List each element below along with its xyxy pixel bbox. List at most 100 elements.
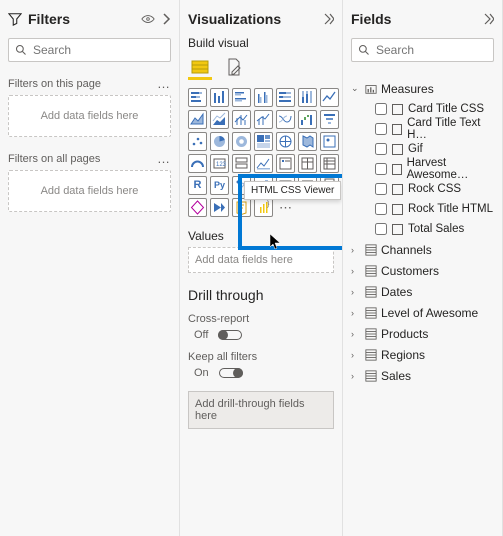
chevron-right-icon: ›	[351, 308, 361, 318]
field-item[interactable]: Rock CSS	[351, 179, 494, 199]
tooltip: HTML CSS Viewer	[244, 181, 341, 200]
values-drop[interactable]: Add data fields here	[188, 247, 334, 273]
filters-page-drop[interactable]: Add data fields here	[8, 95, 171, 137]
100-stacked-bar-icon[interactable]	[276, 88, 295, 107]
more-icon[interactable]: …	[157, 76, 171, 91]
card-icon[interactable]: 123	[210, 154, 229, 173]
table-measures[interactable]: ⌄Measures	[351, 78, 494, 99]
field-checkbox[interactable]	[375, 203, 387, 215]
line-chart-icon[interactable]	[320, 88, 339, 107]
field-label: Card Title CSS	[408, 103, 484, 115]
field-item[interactable]: Card Title Text H…	[351, 119, 494, 139]
filters-all-section: Filters on all pages…	[8, 151, 171, 166]
fields-tree: ⌄Measures Card Title CSS Card Title Text H…	[351, 78, 494, 386]
field-label: Rock Title HTML	[408, 203, 493, 215]
area-chart-icon[interactable]	[188, 110, 207, 129]
scatter-icon[interactable]	[188, 132, 207, 151]
cross-report-toggle[interactable]	[218, 330, 242, 340]
stacked-area-icon[interactable]	[210, 110, 229, 129]
eye-icon[interactable]	[141, 12, 155, 26]
field-checkbox[interactable]	[375, 163, 387, 175]
field-checkbox[interactable]	[375, 143, 387, 155]
chevron-right-icon: ›	[351, 371, 361, 381]
ribbon-chart-icon[interactable]	[276, 110, 295, 129]
donut-chart-icon[interactable]	[232, 132, 251, 151]
field-item[interactable]: Total Sales	[351, 219, 494, 239]
table-dates[interactable]: ›Dates	[351, 281, 494, 302]
off-label: Off	[194, 329, 208, 341]
waterfall-icon[interactable]	[298, 110, 317, 129]
table-level-of-awesome[interactable]: ›Level of Awesome	[351, 302, 494, 323]
viz-gallery: 123 R Py } ⋯ HTML CSS Viewer	[188, 88, 334, 217]
clustered-bar-icon[interactable]	[232, 88, 251, 107]
viz-tabs	[188, 56, 334, 80]
field-item[interactable]: Harvest Awesome…	[351, 159, 494, 179]
stacked-bar-icon[interactable]	[188, 88, 207, 107]
table-products[interactable]: ›Products	[351, 323, 494, 344]
funnel-chart-icon[interactable]	[320, 110, 339, 129]
azure-map-icon[interactable]	[320, 132, 339, 151]
table-icon	[365, 307, 377, 319]
field-item[interactable]: Rock Title HTML	[351, 199, 494, 219]
filled-map-icon[interactable]	[298, 132, 317, 151]
line-stacked-column-icon[interactable]	[232, 110, 251, 129]
fields-search-input[interactable]	[376, 43, 487, 57]
field-checkbox[interactable]	[375, 103, 387, 115]
table-channels[interactable]: ›Channels	[351, 239, 494, 260]
funnel-icon	[8, 12, 22, 26]
table-icon[interactable]	[298, 154, 317, 173]
chevron-right-icon: ›	[351, 329, 361, 339]
field-label: Card Title Text H…	[407, 117, 494, 141]
visualizations-pane: Visualizations Build visual 123	[180, 0, 343, 536]
filters-all-drop[interactable]: Add data fields here	[8, 170, 171, 212]
kpi-icon[interactable]	[254, 154, 273, 173]
clustered-column-icon[interactable]	[254, 88, 273, 107]
fields-pane: Fields ⌄Measures Card Title CSS Card Title…	[343, 0, 503, 536]
values-label: Values	[188, 229, 334, 243]
r-visual-icon[interactable]: R	[188, 176, 207, 195]
keep-filters-row: Keep all filters	[188, 351, 334, 363]
filters-search[interactable]	[8, 38, 171, 62]
more-icon[interactable]: …	[157, 151, 171, 166]
format-tab[interactable]	[222, 56, 246, 80]
build-tab[interactable]	[188, 56, 212, 80]
field-checkbox[interactable]	[375, 123, 387, 135]
fields-search[interactable]	[351, 38, 494, 62]
100-stacked-column-icon[interactable]	[298, 88, 317, 107]
treemap-icon[interactable]	[254, 132, 273, 151]
field-label: Harvest Awesome…	[407, 157, 494, 181]
field-label: Total Sales	[408, 223, 464, 235]
filters-search-input[interactable]	[33, 43, 164, 57]
pie-chart-icon[interactable]	[210, 132, 229, 151]
stacked-column-icon[interactable]	[210, 88, 229, 107]
table-regions[interactable]: ›Regions	[351, 344, 494, 365]
table-label: Customers	[381, 264, 439, 278]
power-automate-icon[interactable]	[210, 198, 229, 217]
field-checkbox[interactable]	[375, 223, 387, 235]
multi-row-card-icon[interactable]	[232, 154, 251, 173]
table-icon	[365, 349, 377, 361]
field-checkbox[interactable]	[375, 183, 387, 195]
field-item[interactable]: Card Title CSS	[351, 99, 494, 119]
map-icon[interactable]	[276, 132, 295, 151]
chevron-right-icon: ›	[351, 287, 361, 297]
slicer-icon[interactable]	[276, 154, 295, 173]
drill-through-label: Drill through	[188, 287, 334, 303]
collapse-icon[interactable]	[161, 13, 171, 25]
line-clustered-column-icon[interactable]	[254, 110, 273, 129]
table-customers[interactable]: ›Customers	[351, 260, 494, 281]
custom-visual-icon[interactable]: }	[254, 198, 273, 217]
expand-icon[interactable]	[322, 13, 334, 25]
table-sales[interactable]: ›Sales	[351, 365, 494, 386]
field-item[interactable]: Gif	[351, 139, 494, 159]
py-visual-icon[interactable]: Py	[210, 176, 229, 195]
gauge-icon[interactable]	[188, 154, 207, 173]
power-apps-icon[interactable]	[188, 198, 207, 217]
html-css-viewer-icon[interactable]	[232, 198, 251, 217]
keep-filters-toggle[interactable]	[219, 368, 243, 378]
fields-title: Fields	[351, 11, 391, 27]
more-visuals-icon[interactable]: ⋯	[276, 198, 295, 217]
drill-drop[interactable]: Add drill-through fields here	[188, 391, 334, 429]
expand-icon[interactable]	[482, 13, 494, 25]
matrix-icon[interactable]	[320, 154, 339, 173]
